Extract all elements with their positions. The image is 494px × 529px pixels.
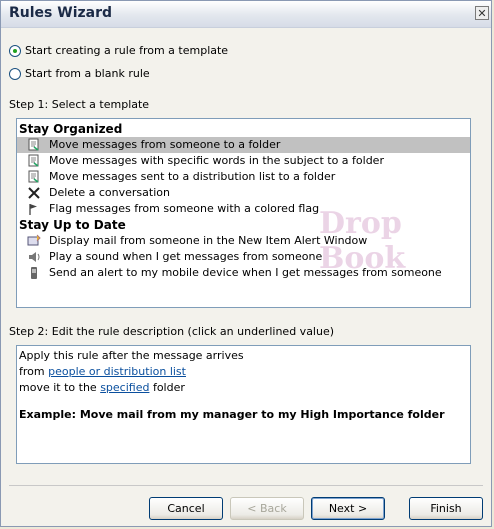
folder-move-icon <box>27 170 41 184</box>
group-stay-organized: Stay Organized <box>19 122 123 136</box>
option-blank-label: Start from a blank rule <box>25 67 150 80</box>
window-title: Rules Wizard <box>9 5 113 21</box>
template-item-label: Move messages sent to a distribution lis… <box>49 170 336 183</box>
delete-x-icon <box>27 186 41 200</box>
rules-wizard-window: Rules Wizard ✕ Start creating a rule fro… <box>0 0 492 527</box>
description-text: from <box>19 365 49 378</box>
template-item[interactable]: Play a sound when I get messages from so… <box>17 249 470 265</box>
speaker-icon <box>27 250 41 264</box>
template-item-label: Display mail from someone in the New Ite… <box>49 234 368 247</box>
template-item-label: Move messages with specific words in the… <box>49 154 384 167</box>
template-item-label: Delete a conversation <box>49 186 170 199</box>
description-line: move it to the specified folder <box>17 380 470 396</box>
divider <box>9 485 483 486</box>
rule-description-box[interactable]: Apply this rule after the message arrive… <box>16 345 471 464</box>
template-item[interactable]: Move messages with specific words in the… <box>17 153 470 169</box>
cancel-button[interactable]: Cancel <box>149 497 223 520</box>
template-item-label: Flag messages from someone with a colore… <box>49 202 320 215</box>
description-text: move it to the <box>19 381 101 394</box>
next-button[interactable]: Next > <box>311 497 385 520</box>
radio-template[interactable] <box>9 44 21 57</box>
template-item[interactable]: Delete a conversation <box>17 185 470 201</box>
people-or-distribution-list-link[interactable]: people or distribution list <box>48 365 186 378</box>
alert-window-icon <box>27 234 41 248</box>
template-item[interactable]: Move messages from someone to a folder <box>17 137 470 153</box>
close-icon[interactable]: ✕ <box>475 6 489 20</box>
specified-folder-link[interactable]: specified <box>100 381 149 394</box>
flag-icon <box>27 202 41 216</box>
option-template[interactable]: Start creating a rule from a template <box>9 44 228 57</box>
step2-label: Step 2: Edit the rule description (click… <box>9 325 335 338</box>
template-item-label: Send an alert to my mobile device when I… <box>49 266 442 279</box>
option-template-label: Start creating a rule from a template <box>25 44 229 57</box>
finish-button[interactable]: Finish <box>409 497 483 520</box>
mobile-device-icon <box>27 266 41 280</box>
description-text: folder <box>149 381 185 394</box>
template-item[interactable]: Send an alert to my mobile device when I… <box>17 265 470 281</box>
back-button[interactable]: < Back <box>230 497 304 520</box>
template-item[interactable]: Flag messages from someone with a colore… <box>17 201 470 217</box>
group-stay-up-to-date: Stay Up to Date <box>19 218 126 232</box>
template-item[interactable]: Display mail from someone in the New Ite… <box>17 233 470 249</box>
option-blank-rule[interactable]: Start from a blank rule <box>9 67 150 80</box>
step1-label: Step 1: Select a template <box>9 98 150 111</box>
template-item-label: Play a sound when I get messages from so… <box>49 250 323 263</box>
template-item-label: Move messages from someone to a folder <box>49 138 281 151</box>
description-line: Apply this rule after the message arrive… <box>19 349 244 362</box>
example-text: Example: Move mail from my manager to my… <box>19 408 445 421</box>
description-line: from people or distribution list <box>17 364 470 380</box>
title-bar: Rules Wizard ✕ <box>1 1 491 28</box>
folder-move-icon <box>27 154 41 168</box>
radio-blank-rule[interactable] <box>9 67 21 80</box>
template-list[interactable]: Stay Organized Move messages from someon… <box>16 118 471 308</box>
template-item[interactable]: Move messages sent to a distribution lis… <box>17 169 470 185</box>
folder-move-icon <box>27 138 41 152</box>
